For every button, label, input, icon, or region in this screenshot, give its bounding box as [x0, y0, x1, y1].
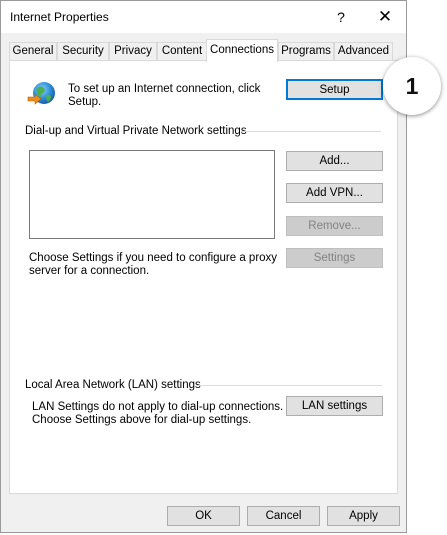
settings-button[interactable]: Settings	[286, 248, 383, 268]
lan-settings-button[interactable]: LAN settings	[286, 396, 383, 416]
tab-strip: General Security Privacy Content Connect…	[1, 39, 406, 62]
help-button[interactable]: ?	[319, 1, 363, 33]
lan-instruction-line2: Choose Settings above for dial-up settin…	[32, 414, 252, 426]
tab-content[interactable]: Content	[157, 42, 207, 61]
tab-security[interactable]: Security	[57, 42, 109, 61]
tab-privacy[interactable]: Privacy	[109, 42, 157, 61]
tab-general[interactable]: General	[9, 42, 57, 61]
proxy-instruction-line2: server for a connection.	[29, 265, 150, 277]
dialup-group-divider	[241, 131, 381, 132]
close-button[interactable]: ✕	[363, 1, 407, 33]
step-number-badge: 1	[383, 57, 441, 115]
internet-globe-icon	[26, 80, 58, 108]
tab-advanced[interactable]: Advanced	[334, 42, 393, 61]
setup-button[interactable]: Setup	[286, 79, 383, 100]
lan-settings-heading: Local Area Network (LAN) settings	[25, 379, 201, 391]
lan-group-divider	[197, 385, 382, 386]
tab-programs[interactable]: Programs	[278, 42, 334, 61]
apply-button[interactable]: Apply	[327, 506, 400, 526]
close-icon: ✕	[377, 7, 393, 26]
proxy-instruction-line1: Choose Settings if you need to configure…	[29, 252, 278, 264]
help-icon: ?	[337, 9, 345, 25]
lan-instruction-line1: LAN Settings do not apply to dial-up con…	[32, 401, 284, 413]
dialup-vpn-heading: Dial-up and Virtual Private Network sett…	[25, 125, 247, 137]
setup-instruction-line2: Setup.	[68, 96, 102, 108]
add-vpn-button[interactable]: Add VPN...	[286, 183, 383, 203]
window-title: Internet Properties	[10, 10, 109, 24]
setup-instruction-line1: To set up an Internet connection, click	[68, 83, 261, 95]
add-button[interactable]: Add...	[286, 151, 383, 171]
tab-connections[interactable]: Connections	[206, 39, 278, 62]
connections-panel: To set up an Internet connection, click …	[9, 60, 398, 494]
connections-listbox[interactable]	[29, 150, 275, 239]
ok-button[interactable]: OK	[167, 506, 240, 526]
title-bar: Internet Properties ? ✕	[1, 1, 406, 33]
internet-properties-dialog: Internet Properties ? ✕ General Security…	[0, 0, 407, 533]
dialog-footer: OK Cancel Apply	[1, 494, 406, 532]
remove-button[interactable]: Remove...	[286, 216, 383, 236]
cancel-button[interactable]: Cancel	[247, 506, 320, 526]
